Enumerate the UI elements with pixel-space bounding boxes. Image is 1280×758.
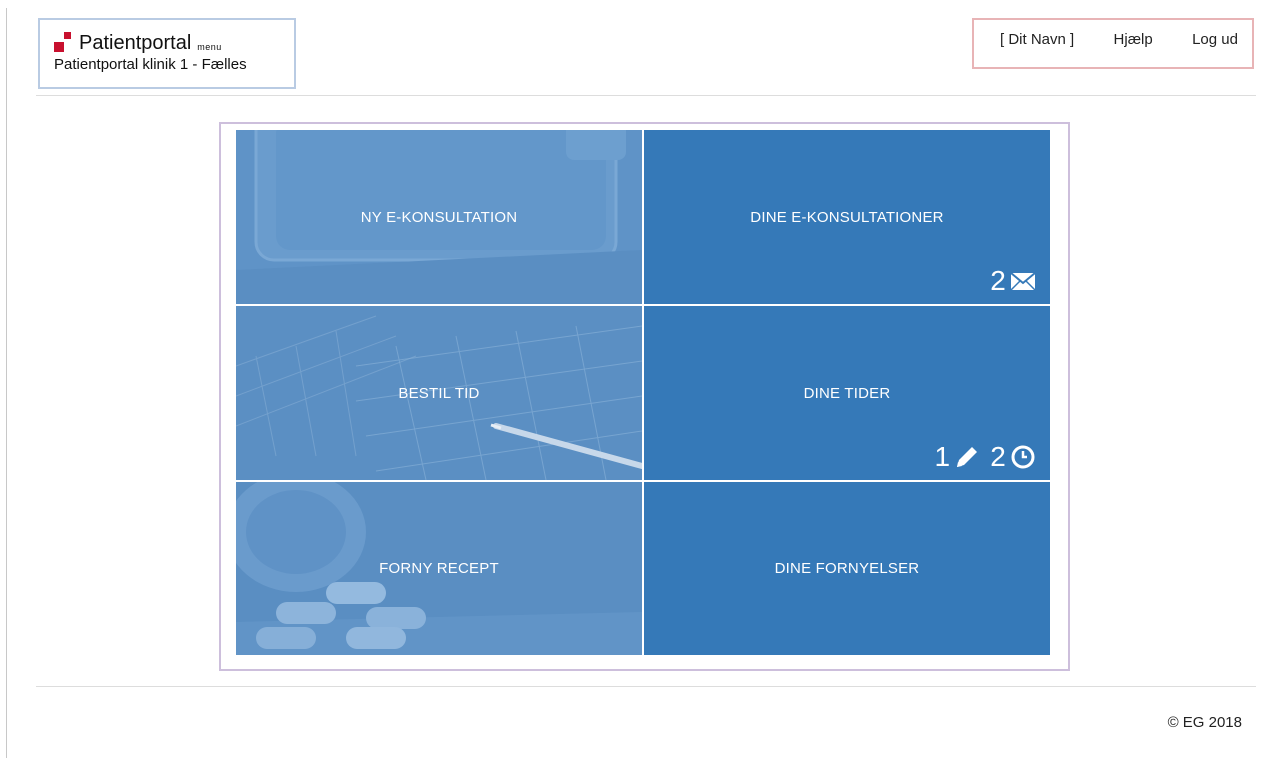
message-badge: 2 [990,266,1036,296]
clinic-name: Patientportal klinik 1 - Fælles [54,56,247,73]
tile-your-renewals[interactable]: DINE FORNYELSER [644,482,1050,655]
tile-grid: NY E-KONSULTATION DINE E-KONSULTATIONER … [236,130,1050,655]
tile-label: BESTIL TID [398,384,480,402]
times-badges: 1 2 [934,442,1036,472]
eg-logo-icon [54,32,76,54]
brand-line: Patientportal menu [54,28,294,54]
envelope-icon [1010,272,1036,291]
tile-new-consultation[interactable]: NY E-KONSULTATION [236,130,642,304]
tile-label: FORNY RECEPT [379,560,499,577]
user-box: [ Dit Navn ] Hjælp Log ud [972,18,1254,69]
brand-box: Patientportal menu Patientportal klinik … [38,18,296,89]
edit-count: 1 [934,441,951,472]
help-link[interactable]: Hjælp [1114,31,1153,48]
tile-book-time[interactable]: BESTIL TID [236,306,642,480]
brand-title[interactable]: Patientportal [79,32,191,54]
tile-your-times[interactable]: DINE TIDER 1 2 [644,306,1050,480]
tile-label: DINE TIDER [803,384,891,402]
time-count: 2 [990,441,1006,472]
logout-link[interactable]: Log ud [1192,31,1238,48]
left-border [6,8,7,758]
tile-your-consultations[interactable]: DINE E-KONSULTATIONER 2 [644,130,1050,304]
user-name-link[interactable]: [ Dit Navn ] [1000,31,1074,48]
page: Patientportal menu Patientportal klinik … [0,0,1280,758]
menu-link[interactable]: menu [197,42,222,52]
tile-renew-prescription[interactable]: FORNY RECEPT [236,482,642,655]
tile-label: NY E-KONSULTATION [360,208,518,226]
pencil-icon [957,447,978,467]
header-divider [36,95,1256,96]
clock-icon [1011,445,1035,469]
footer-copyright: © EG 2018 [1167,714,1242,731]
tile-label: DINE E-KONSULTATIONER [750,208,944,226]
tile-label: DINE FORNYELSER [774,560,920,577]
footer-divider [36,686,1256,687]
message-count: 2 [990,265,1006,296]
